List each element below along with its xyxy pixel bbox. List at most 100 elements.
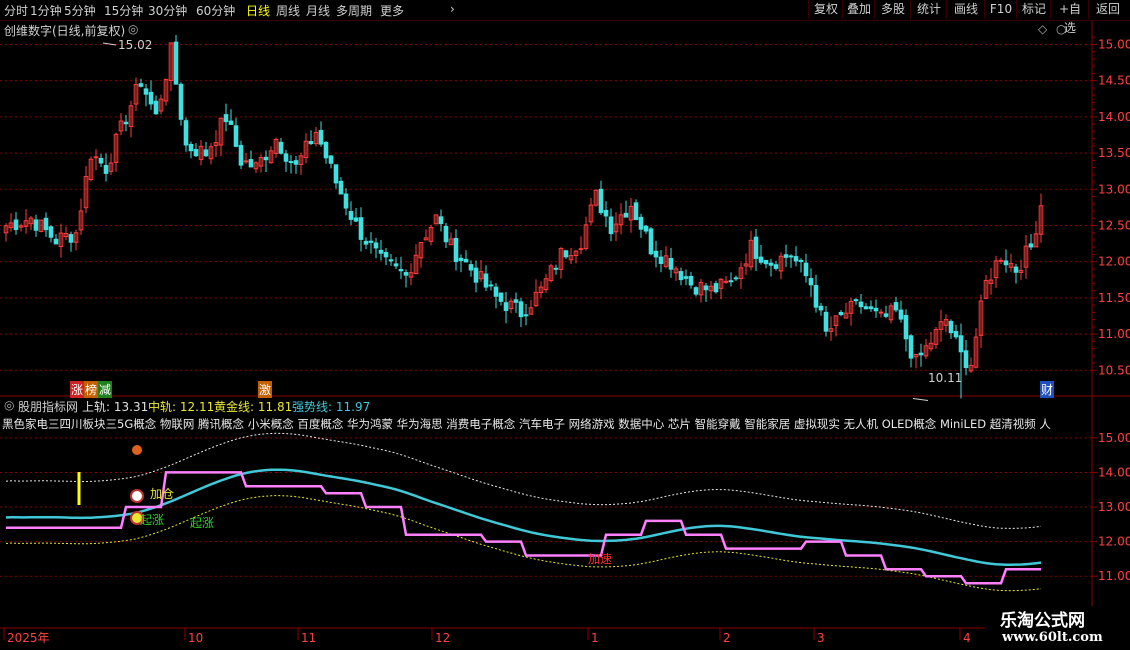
toolbar-button-5[interactable]: F10 (984, 0, 1017, 19)
toolbar-button-1[interactable]: 叠加 (842, 0, 875, 19)
settings-circle-icon[interactable]: ○ (1056, 22, 1066, 36)
candle-down (173, 41, 179, 85)
toolbar-button-3[interactable]: 统计 (910, 0, 947, 19)
candle-down (728, 280, 734, 283)
candle-down (963, 350, 969, 369)
candle-down (453, 237, 459, 263)
candle-down (863, 306, 869, 310)
candle-down (1028, 243, 1034, 248)
candle-down (278, 141, 284, 154)
candle-down (203, 149, 209, 157)
candle-down (333, 164, 339, 184)
toolbar-button-8[interactable]: 返回 (1088, 0, 1127, 19)
candle-down (803, 262, 809, 277)
candle-down (498, 292, 504, 302)
low-price-label: 10.11 (928, 371, 963, 385)
period-tab-7[interactable]: 周线 (276, 2, 300, 19)
upper-label-text: 上轨: (82, 400, 111, 414)
candle-down (308, 141, 314, 145)
period-tab-3[interactable]: 15分钟 (104, 2, 143, 19)
candle-down (193, 149, 199, 157)
candle-down (1013, 266, 1019, 273)
period-tab-0[interactable]: 分时 (4, 2, 28, 19)
candle-down (248, 159, 254, 168)
period-tab-1[interactable]: 1分钟 (30, 2, 62, 19)
marker-cai[interactable]: 财 (1040, 381, 1055, 398)
candle-up (93, 156, 99, 159)
toolbar-button-0[interactable]: 复权 (808, 0, 843, 19)
candle-down (288, 161, 294, 164)
candle-down (763, 259, 769, 265)
marker-zhang[interactable]: 涨 (70, 381, 85, 398)
main-tick-label-0: 10.50 (1098, 363, 1130, 377)
candle-down (773, 264, 779, 269)
date-tick-label-4: 1 (591, 631, 599, 645)
candle-down (463, 258, 469, 263)
candle-down (703, 285, 709, 291)
candle-down (493, 286, 499, 297)
ind-tick-label-0: 11.00 (1098, 569, 1130, 583)
candle-down (638, 216, 644, 230)
candle-down (338, 180, 344, 195)
strong-label: 强势线: 11.97 (292, 398, 370, 415)
candle-down (283, 153, 289, 162)
marker-jian[interactable]: 减 (98, 381, 113, 398)
period-tab-10[interactable]: 更多 (380, 2, 404, 19)
candle-down (898, 309, 904, 320)
candle-down (183, 120, 189, 146)
main-tick-label-6: 13.50 (1098, 146, 1130, 160)
toolbar-button-7[interactable]: +自选 (1050, 0, 1089, 35)
add-position-icon (130, 489, 144, 503)
candle-down (633, 202, 639, 221)
candle-down (873, 307, 879, 312)
period-tab-6[interactable]: 日线 (246, 2, 270, 19)
period-tab-9[interactable]: 多周期 (336, 2, 372, 19)
annotation-jiacang: 加仓 (150, 487, 175, 501)
candle-down (33, 219, 39, 231)
ind-tick-label-4: 15.00 (1098, 431, 1130, 445)
candle-down (648, 228, 654, 255)
main-tick-label-4: 12.50 (1098, 218, 1130, 232)
candle-down (513, 299, 519, 303)
toolbar-button-4[interactable]: 画线 (946, 0, 985, 19)
candle-down (68, 234, 74, 243)
main-panel-toggle-icon[interactable]: ◎ (128, 22, 138, 36)
marker-bang[interactable]: 榜 (84, 381, 99, 398)
strong-value: 11.97 (335, 400, 371, 414)
date-tick-label-6: 3 (817, 631, 825, 645)
gold-value: 11.81 (257, 400, 293, 414)
date-tick-label-1: 10 (188, 631, 203, 645)
period-tab-2[interactable]: 5分钟 (64, 2, 96, 19)
candle-down (1003, 260, 1009, 266)
ind-tick-label-2: 13.00 (1098, 500, 1130, 514)
gold-label: 黄金线: 11.81 (214, 398, 292, 415)
toolbar-button-6[interactable]: 标记 (1016, 0, 1051, 19)
indicator-toggle-icon[interactable]: ◎ (4, 398, 14, 412)
candle-down (178, 83, 184, 120)
candle-down (98, 157, 104, 164)
candle-down (103, 164, 109, 174)
chevron-right-icon[interactable]: › (450, 2, 455, 16)
candle-down (918, 352, 924, 356)
candle-down (123, 121, 129, 125)
diamond-icon[interactable]: ◇ (1038, 22, 1047, 36)
candle-down (893, 302, 899, 311)
toolbar-button-2[interactable]: 多股 (874, 0, 911, 19)
candle-down (553, 267, 559, 270)
marker-ji[interactable]: 激 (258, 381, 273, 398)
candle-down (818, 305, 824, 311)
period-tab-4[interactable]: 30分钟 (148, 2, 187, 19)
period-tab-5[interactable]: 60分钟 (196, 2, 235, 19)
candle-down (953, 331, 959, 338)
annotation-qizhang-1: 起涨 (140, 513, 165, 527)
candle-down (768, 262, 774, 266)
main-tick-label-3: 12.00 (1098, 255, 1130, 269)
main-tick-label-2: 11.50 (1098, 291, 1130, 305)
candle-down (668, 257, 674, 270)
indicator-name: 股朋指标网 (18, 400, 79, 414)
period-tab-8[interactable]: 月线 (306, 2, 330, 19)
candle-down (483, 273, 489, 288)
main-tick-label-9: 15.00 (1098, 37, 1130, 51)
candle-down (458, 257, 464, 262)
candle-down (813, 285, 819, 308)
